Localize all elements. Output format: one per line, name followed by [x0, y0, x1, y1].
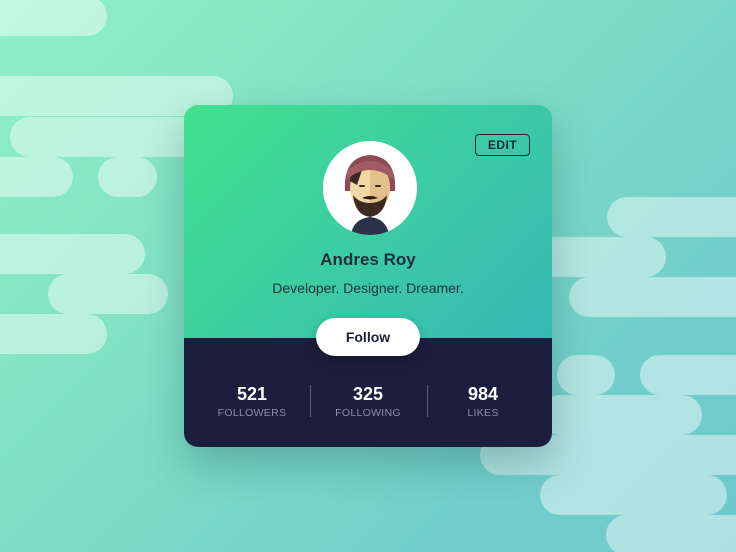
avatar: [323, 141, 417, 235]
likes-count: 984: [467, 384, 499, 404]
following-label: FOLLOWING: [335, 407, 401, 419]
edit-button[interactable]: EDIT: [475, 134, 530, 156]
profile-name: Andres Roy: [320, 250, 416, 269]
profile-card: EDIT Andres Roy Developer. Designer. Dre…: [184, 105, 552, 447]
followers-label: FOLLOWERS: [217, 407, 287, 419]
stat-following[interactable]: 325 FOLLOWING: [310, 383, 426, 419]
stat-likes[interactable]: 984 LIKES: [425, 383, 541, 419]
followers-count: 521: [236, 384, 268, 404]
follow-button[interactable]: Follow: [316, 318, 420, 356]
following-count: 325: [352, 384, 384, 404]
profile-bio: Developer. Designer. Dreamer.: [272, 280, 464, 296]
stat-followers[interactable]: 521 FOLLOWERS: [194, 383, 310, 419]
avatar-icon: [323, 141, 417, 235]
likes-label: LIKES: [467, 407, 499, 419]
stats-row: 521 FOLLOWERS 325 FOLLOWING 984 LIKES: [184, 383, 552, 423]
